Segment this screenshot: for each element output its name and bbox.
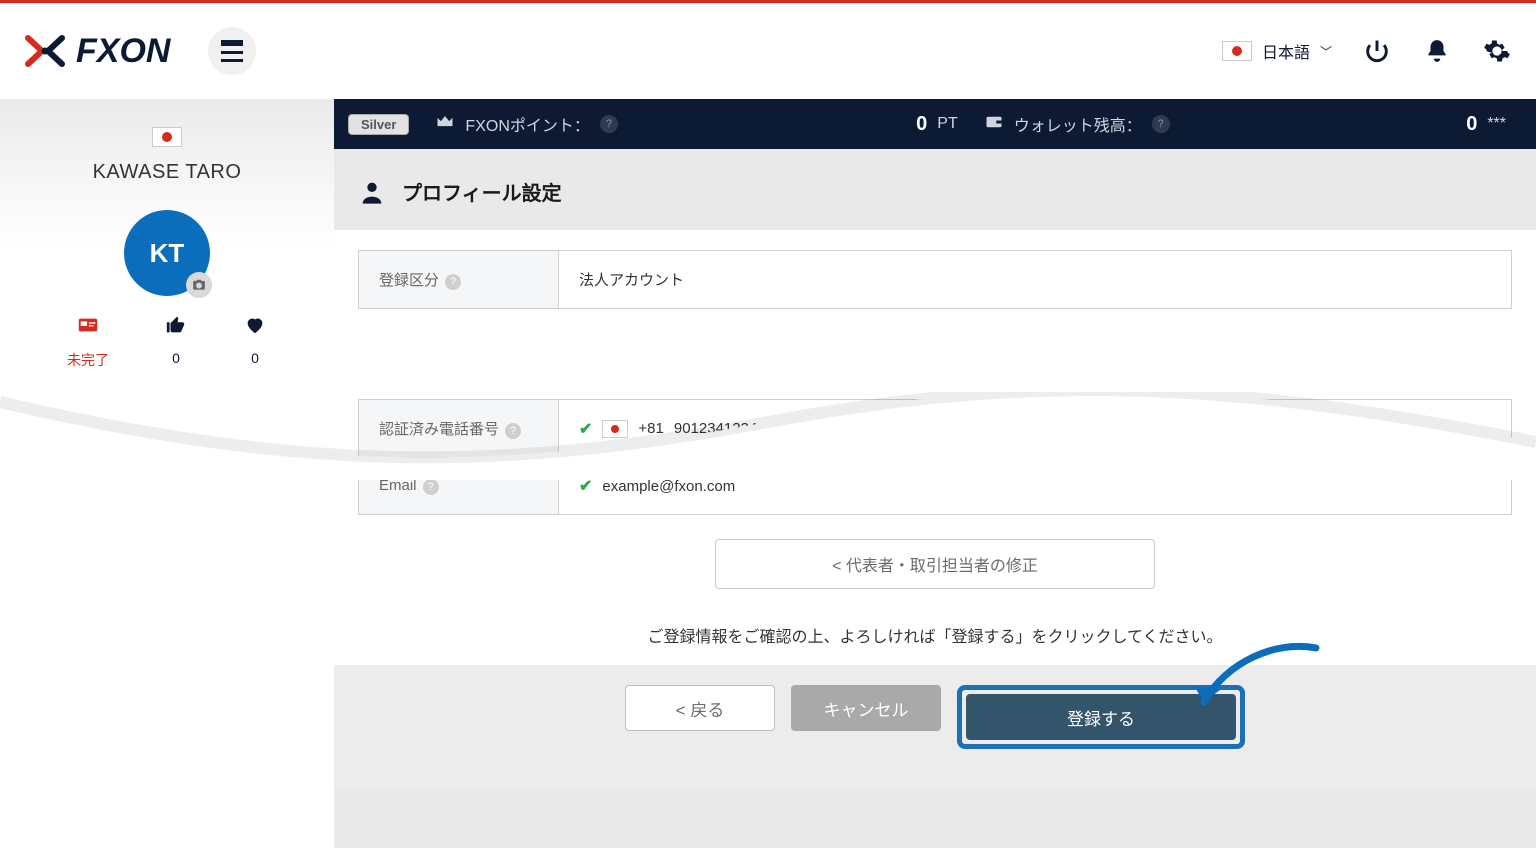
cancel-button[interactable]: キャンセル bbox=[791, 685, 941, 731]
points-segment: FXONポイント： ? 0 PT bbox=[435, 112, 957, 137]
header-right: 日本語 ﹀ bbox=[1222, 36, 1512, 66]
phone-label: 認証済み電話番号? bbox=[359, 400, 559, 458]
points-label: FXONポイント： bbox=[465, 112, 589, 136]
language-selector[interactable]: 日本語 ﹀ bbox=[1222, 39, 1332, 63]
sidebar: KAWASE TARO KT 未完了 0 bbox=[0, 99, 334, 848]
check-icon: ✔ bbox=[579, 419, 592, 439]
phone-prefix: +81 bbox=[638, 420, 663, 437]
email-value: ✔ example@fxon.com bbox=[559, 458, 1512, 515]
stat-heart[interactable]: 0 bbox=[243, 314, 267, 370]
email-label: Email? bbox=[359, 458, 559, 515]
menu-button[interactable] bbox=[208, 27, 256, 75]
stat-thumbs[interactable]: 0 bbox=[165, 314, 187, 370]
register-type-label: 登録区分? bbox=[359, 251, 559, 309]
wallet-value: 0 bbox=[1466, 113, 1477, 136]
edit-representative-button[interactable]: < 代表者・取引担当者の修正 bbox=[715, 539, 1155, 589]
page-title-text: プロフィール設定 bbox=[402, 177, 562, 206]
main: Silver FXONポイント： ? 0 PT ウォレット残高： ? 0 *** bbox=[334, 99, 1536, 848]
wallet-label: ウォレット残高： bbox=[1014, 112, 1142, 136]
help-icon[interactable]: ? bbox=[505, 423, 521, 439]
points-value: 0 bbox=[916, 113, 927, 136]
id-card-icon bbox=[75, 314, 101, 342]
wallet-icon bbox=[984, 113, 1004, 136]
stat-thumbs-value: 0 bbox=[172, 350, 180, 366]
email-text: example@fxon.com bbox=[602, 478, 735, 495]
points-unit: PT bbox=[937, 115, 957, 133]
japan-flag-icon bbox=[602, 420, 628, 438]
help-icon[interactable]: ? bbox=[423, 479, 439, 495]
register-type-value: 法人アカウント bbox=[559, 251, 1512, 309]
check-icon: ✔ bbox=[579, 476, 592, 496]
logo-text: FXON bbox=[76, 32, 170, 71]
submit-button-highlight: 登録する bbox=[957, 685, 1245, 749]
crown-icon bbox=[435, 112, 455, 137]
form-table-contact: 認証済み電話番号? ✔ +81 9012341234 Email? bbox=[358, 399, 1512, 515]
submit-button[interactable]: 登録する bbox=[966, 694, 1236, 740]
chevron-down-icon: ﹀ bbox=[1320, 43, 1332, 60]
action-bar: < 戻る キャンセル 登録する bbox=[334, 665, 1536, 789]
help-icon[interactable]: ? bbox=[600, 115, 618, 133]
help-icon[interactable]: ? bbox=[1152, 115, 1170, 133]
instruction-text: ご登録情報をご確認の上、よろしければ「登録する」をクリックしてください。 bbox=[334, 623, 1536, 647]
phone-number: 9012341234 bbox=[674, 420, 757, 437]
shell: KAWASE TARO KT 未完了 0 bbox=[0, 99, 1536, 848]
wallet-unit: *** bbox=[1487, 115, 1506, 133]
back-button[interactable]: < 戻る bbox=[625, 685, 775, 731]
camera-icon[interactable] bbox=[186, 272, 212, 298]
user-flag-icon bbox=[152, 127, 182, 147]
register-type-label-text: 登録区分 bbox=[379, 272, 439, 289]
user-name: KAWASE TARO bbox=[0, 161, 334, 184]
infobar: Silver FXONポイント： ? 0 PT ウォレット残高： ? 0 *** bbox=[334, 99, 1536, 149]
phone-value: ✔ +81 9012341234 bbox=[559, 400, 1512, 458]
power-icon[interactable] bbox=[1362, 36, 1392, 66]
logo-mark-icon bbox=[24, 30, 66, 72]
language-label: 日本語 bbox=[1262, 39, 1310, 63]
avatar[interactable]: KT bbox=[124, 210, 210, 296]
stat-incomplete[interactable]: 未完了 bbox=[67, 314, 109, 370]
japan-flag-icon bbox=[1222, 41, 1252, 61]
hamburger-icon bbox=[221, 40, 243, 62]
form-card: 登録区分? 法人アカウント 認証済み電話番号? ✔ +81 9 bbox=[334, 230, 1536, 789]
wallet-segment: ウォレット残高： ? 0 *** bbox=[984, 112, 1506, 136]
stat-incomplete-label: 未完了 bbox=[67, 350, 109, 370]
thumbs-up-icon bbox=[165, 314, 187, 342]
heart-icon bbox=[243, 314, 267, 342]
form-table: 登録区分? 法人アカウント bbox=[358, 250, 1512, 309]
row-email: Email? ✔ example@fxon.com bbox=[359, 458, 1512, 515]
bell-icon[interactable] bbox=[1422, 36, 1452, 66]
gear-icon[interactable] bbox=[1482, 36, 1512, 66]
row-register-type: 登録区分? 法人アカウント bbox=[359, 251, 1512, 309]
help-icon[interactable]: ? bbox=[445, 274, 461, 290]
person-icon bbox=[358, 178, 386, 206]
row-phone: 認証済み電話番号? ✔ +81 9012341234 bbox=[359, 400, 1512, 458]
page-title: プロフィール設定 bbox=[334, 149, 1536, 230]
stat-heart-value: 0 bbox=[251, 350, 259, 366]
logo[interactable]: FXON bbox=[24, 30, 170, 72]
tier-badge: Silver bbox=[348, 114, 409, 135]
phone-label-text: 認証済み電話番号 bbox=[379, 421, 499, 438]
stats-row: 未完了 0 0 bbox=[0, 314, 334, 370]
header: FXON 日本語 ﹀ bbox=[0, 3, 1536, 99]
email-label-text: Email bbox=[379, 477, 417, 494]
